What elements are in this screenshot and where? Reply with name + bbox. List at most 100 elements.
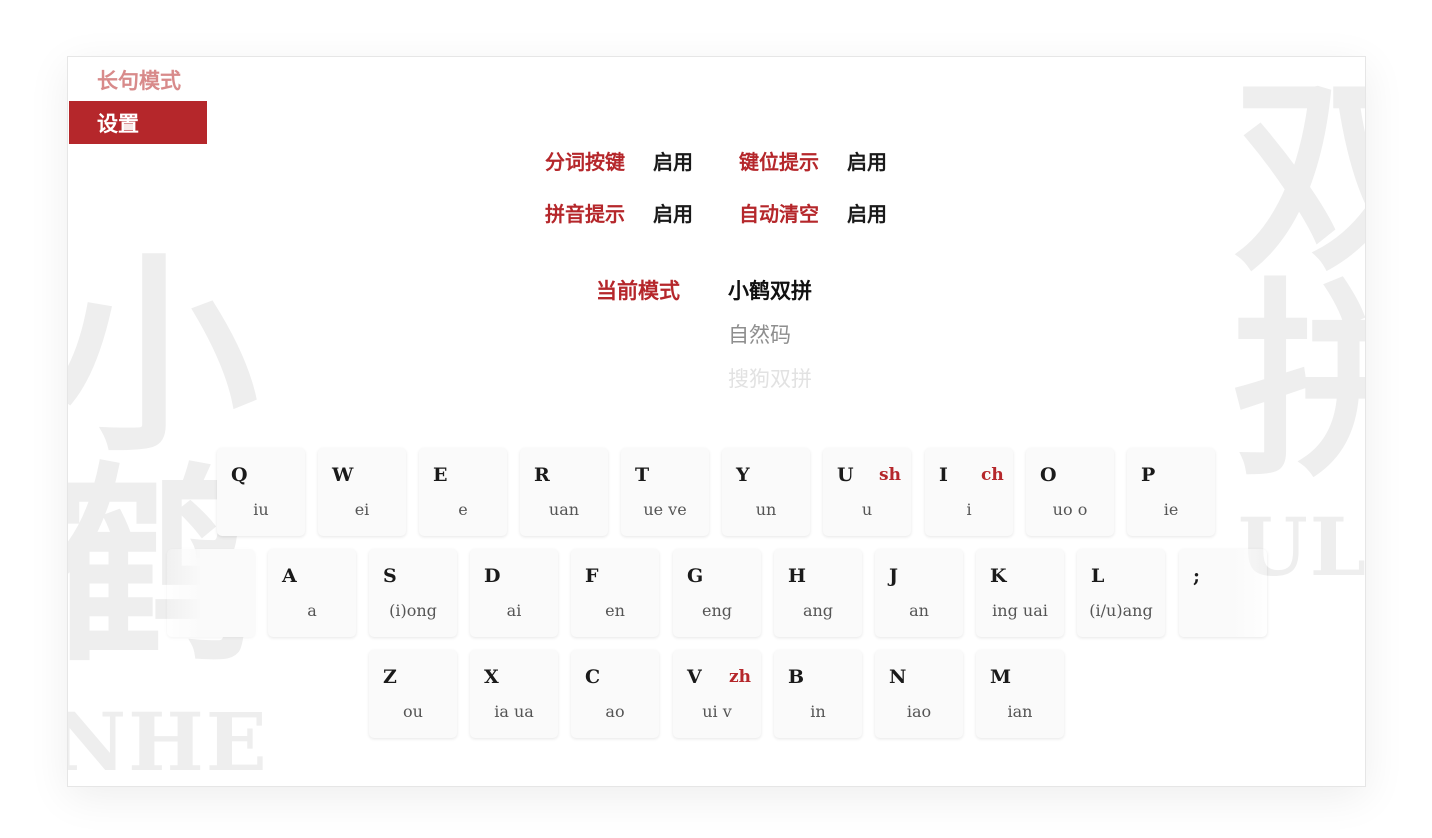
key-letter: D [484,565,501,587]
key-f[interactable]: F en [571,549,659,637]
key-final: e [458,500,468,519]
mode-option-xiaohe[interactable]: 小鹤双拼 [728,275,812,305]
key-p[interactable]: P ie [1127,448,1215,536]
key-letter: N [889,666,907,688]
key-final: iao [906,702,932,721]
key-final: ui v [702,702,732,721]
key-letter: C [585,666,601,688]
key-r[interactable]: R uan [520,448,608,536]
key-letter: ; [1193,565,1201,587]
key-final: a [307,601,317,620]
key-e[interactable]: E e [419,448,507,536]
current-mode-label: 当前模式 [596,278,680,303]
key-q[interactable]: Q iu [217,448,305,536]
key-blank [167,549,255,637]
key-v[interactable]: V zh ui v [673,650,761,738]
key-letter: U [837,464,854,486]
key-t[interactable]: T ue ve [621,448,709,536]
key-letter: R [534,464,550,486]
key-w[interactable]: W ei [318,448,406,536]
key-final: in [810,702,826,721]
key-letter: J [889,565,898,587]
key-j[interactable]: J an [875,549,963,637]
key-final: ing uai [992,601,1048,620]
key-letter: W [332,464,354,486]
key-semicolon[interactable]: ; [1179,549,1267,637]
key-d[interactable]: D ai [470,549,558,637]
key-final: en [605,601,625,620]
key-letter: Z [383,666,397,688]
key-letter: Y [736,464,750,486]
mode-option-ziranma[interactable]: 自然码 [728,319,791,349]
option-label-pinyin-hint: 拼音提示 [545,202,625,226]
watermark-right-char-2: 拼 [1233,277,1365,487]
key-final: an [909,601,929,620]
app-panel: 小 鹤 NHE 双 拼 ULI 长句模式 设置 分词按键 启用 键位提示 启用 … [67,56,1366,787]
key-letter: I [939,464,948,486]
key-b[interactable]: B in [774,650,862,738]
nav-long-sentence-mode[interactable]: 长句模式 [69,58,207,102]
watermark-right-char-1: 双 [1233,72,1365,282]
key-final: ai [506,601,522,620]
key-s[interactable]: S (i)ong [369,549,457,637]
key-l[interactable]: L (i/u)ang [1077,549,1165,637]
key-y[interactable]: Y un [722,448,810,536]
key-final: un [755,500,777,519]
key-letter: A [282,565,297,587]
key-final: (i)ong [389,601,437,620]
key-initial: zh [729,667,752,687]
option-value-segment-key[interactable]: 启用 [653,146,693,175]
key-letter: M [990,666,1012,688]
option-value-key-hint[interactable]: 启用 [847,146,887,175]
key-k[interactable]: K ing uai [976,549,1064,637]
key-final: ao [605,702,625,721]
key-final: ia ua [494,702,534,721]
key-letter: K [990,565,1007,587]
key-letter: V [687,666,702,688]
key-letter: F [585,565,599,587]
watermark-left-char-1: 小 [67,233,259,480]
key-a[interactable]: A a [268,549,356,637]
key-letter: E [433,464,448,486]
option-label-segment-key: 分词按键 [545,150,625,174]
key-n[interactable]: N iao [875,650,963,738]
key-c[interactable]: C ao [571,650,659,738]
option-value-auto-clear[interactable]: 启用 [847,198,887,227]
key-final: ou [403,702,423,721]
key-final: eng [701,601,732,620]
key-g[interactable]: G eng [673,549,761,637]
option-value-pinyin-hint[interactable]: 启用 [653,198,693,227]
key-letter: S [383,565,397,587]
key-final: ian [1007,702,1033,721]
key-final: uan [548,500,580,519]
key-letter: T [635,464,650,486]
key-final: iu [253,500,269,519]
key-letter: H [788,565,806,587]
key-letter: B [788,666,805,688]
key-final: i [966,500,972,519]
key-i[interactable]: I ch i [925,448,1013,536]
key-final: ue ve [643,500,687,519]
key-m[interactable]: M ian [976,650,1064,738]
key-letter: G [687,565,704,587]
key-letter: P [1141,464,1156,486]
option-label-key-hint: 键位提示 [739,150,819,174]
key-final: ang [802,601,834,620]
key-u[interactable]: U sh u [823,448,911,536]
option-label-auto-clear: 自动清空 [739,202,819,226]
key-z[interactable]: Z ou [369,650,457,738]
key-letter: X [484,666,499,688]
key-letter: Q [231,464,248,486]
key-final: ei [354,500,370,519]
key-x[interactable]: X ia ua [470,650,558,738]
key-o[interactable]: O uo o [1026,448,1114,536]
key-final: (i/u)ang [1089,601,1153,620]
key-initial: ch [981,465,1004,485]
mode-option-sogou[interactable]: 搜狗双拼 [728,363,812,393]
key-final: ie [1163,500,1179,519]
key-h[interactable]: H ang [774,549,862,637]
key-final: u [861,500,873,519]
key-final: uo o [1052,500,1088,519]
watermark-left-text: NHE [67,695,269,787]
nav-settings[interactable]: 设置 [69,101,207,144]
